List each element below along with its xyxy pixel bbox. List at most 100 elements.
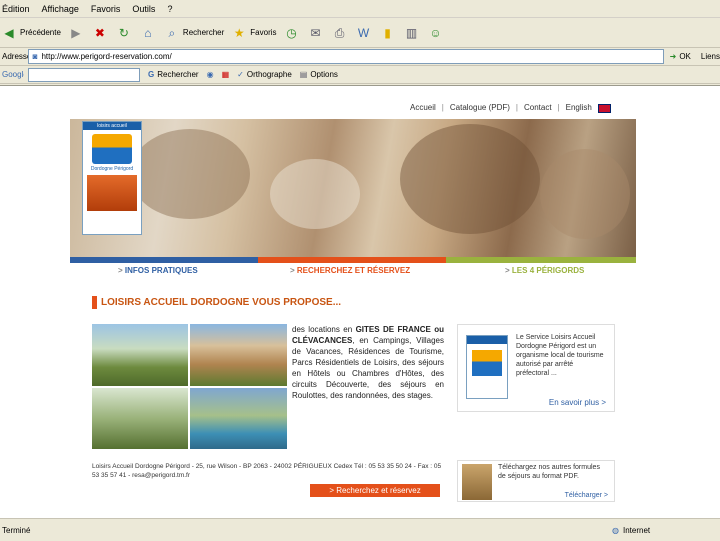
- banner-rock: [540, 149, 630, 239]
- spellcheck-label: Orthographe: [246, 70, 292, 79]
- options-button[interactable]: ▤ Options: [300, 70, 338, 79]
- stop-button[interactable]: ✖: [91, 24, 109, 42]
- zone-label: Internet: [622, 525, 651, 535]
- options-icon: ▤: [299, 70, 308, 79]
- search-button[interactable]: ⌕ Rechercher: [163, 24, 225, 42]
- google-search-input[interactable]: [28, 67, 140, 82]
- go-button[interactable]: ➜ OK: [670, 52, 691, 61]
- links-label[interactable]: Liens: [701, 52, 720, 61]
- home-icon: ⌂: [144, 25, 152, 40]
- note-icon: ▮: [384, 25, 391, 40]
- mini-sun-icon: [472, 350, 502, 376]
- download-box: Téléchargez nos autres formules de séjou…: [457, 460, 615, 502]
- photo-collage: [92, 324, 287, 449]
- about-text: Le Service Loisirs Accueil Dordogne Péri…: [516, 334, 604, 377]
- chevron-right-icon: >: [118, 266, 125, 275]
- brochure-thumbnail: [462, 464, 492, 500]
- nav-english[interactable]: English: [566, 103, 592, 113]
- google-label: Google: [2, 70, 24, 79]
- forward-arrow-icon: ▶: [71, 25, 81, 40]
- search-icon: ⌕: [168, 25, 176, 40]
- banner-rock: [130, 129, 250, 219]
- messenger-button[interactable]: ☺: [427, 24, 445, 42]
- home-button[interactable]: ⌂: [139, 24, 157, 42]
- forward-button[interactable]: ▶: [67, 24, 85, 42]
- google-toolbar: Google G Rechercher ◉ ▦ ✓ Orthographe ▤ …: [0, 66, 720, 84]
- offer-description: des locations en GITES DE FRANCE ou CLÉV…: [292, 324, 444, 401]
- nav-catalogue[interactable]: Catalogue (PDF): [450, 103, 510, 113]
- tab-search-bar: [258, 257, 446, 263]
- back-button[interactable]: ◀ Précédente: [0, 24, 61, 42]
- abc-icon: ✓: [237, 70, 244, 79]
- logo-bottom-text: Dordogne Périgord: [90, 166, 134, 172]
- about-more-link[interactable]: En savoir plus >: [549, 398, 606, 407]
- download-text: Téléchargez nos autres formules de séjou…: [498, 464, 600, 480]
- address-label: Adresse: [2, 52, 28, 61]
- go-arrow-icon: ➜: [669, 52, 677, 61]
- tab-perigords-label: LES 4 PÉRIGORDS: [511, 266, 585, 275]
- mail-button[interactable]: ✉: [307, 24, 325, 42]
- back-label: Précédente: [20, 28, 61, 37]
- tab-perigords[interactable]: > LES 4 PÉRIGORDS: [505, 266, 584, 275]
- desc-part-2: , en Campings, Villages de Vacances, Rés…: [292, 336, 444, 400]
- spellcheck-button[interactable]: ✓ Orthographe: [237, 70, 292, 79]
- nav-separator: |: [515, 103, 518, 112]
- logo-top-text: loisirs accueil: [83, 122, 141, 130]
- menu-view[interactable]: Affichage: [42, 4, 79, 14]
- tab-perigords-bar: [446, 257, 636, 263]
- menu-favorites[interactable]: Favoris: [91, 4, 121, 14]
- logo-picture: [87, 175, 137, 211]
- research-button[interactable]: ▥: [403, 24, 421, 42]
- mini-logo-band: [467, 336, 507, 344]
- word-icon: W: [357, 25, 370, 40]
- star-icon: ★: [233, 25, 245, 40]
- menu-help[interactable]: ?: [167, 4, 172, 14]
- chevron-right-icon: >: [290, 266, 297, 275]
- banner-rock: [400, 124, 540, 234]
- page-viewport: Accueil | Catalogue (PDF) | Contact | En…: [0, 85, 720, 519]
- nav-contact[interactable]: Contact: [524, 103, 552, 113]
- address-input[interactable]: ◙ http://www.perigord-reservation.com/: [27, 49, 664, 64]
- logo-sun-icon: [92, 134, 132, 164]
- favorites-label: Favoris: [250, 28, 277, 37]
- print-button[interactable]: ⎙: [331, 24, 349, 42]
- uk-flag-icon: [597, 104, 611, 113]
- status-bar: Terminé ◍ Internet: [0, 518, 720, 541]
- messenger-icon: ☺: [429, 25, 442, 40]
- menu-tools[interactable]: Outils: [132, 4, 155, 14]
- heading-text: LOISIRS ACCUEIL DORDOGNE VOUS PROPOSE...: [101, 297, 342, 308]
- internet-globe-icon: ◍: [612, 525, 619, 535]
- menu-bar: Édition Affichage Favoris Outils ?: [0, 0, 720, 18]
- photo-gite: [190, 324, 287, 386]
- contact-footer: Loisirs Accueil Dordogne Périgord - 25, …: [92, 463, 442, 479]
- menu-edit[interactable]: Édition: [2, 4, 30, 14]
- desc-part-1: des locations en: [292, 325, 356, 334]
- discuss-button[interactable]: ▮: [379, 24, 397, 42]
- tab-infos-bar: [70, 257, 258, 263]
- popup-block-icon: ▦: [221, 70, 230, 79]
- edit-button[interactable]: W: [355, 24, 373, 42]
- favorites-button[interactable]: ★ Favoris: [230, 24, 277, 42]
- options-label: Options: [310, 70, 338, 79]
- tab-infos-pratiques[interactable]: > INFOS PRATIQUES: [118, 266, 198, 275]
- photo-roulotte: [92, 324, 188, 386]
- google-globe-button[interactable]: ◉: [207, 70, 214, 79]
- nav-separator: |: [557, 103, 560, 112]
- history-button[interactable]: ◷: [283, 24, 301, 42]
- google-block-button[interactable]: ▦: [222, 70, 230, 79]
- google-search-button[interactable]: G Rechercher: [148, 70, 199, 79]
- site-logo[interactable]: loisirs accueil Dordogne Périgord: [82, 121, 142, 235]
- security-zone: ◍ Internet: [612, 526, 650, 535]
- download-link[interactable]: Télécharger >: [565, 492, 608, 499]
- nav-home[interactable]: Accueil: [410, 103, 436, 113]
- heading-marker: [92, 296, 97, 309]
- mini-logo: [466, 335, 508, 399]
- banner-rock: [270, 159, 360, 229]
- search-label: Rechercher: [182, 28, 225, 37]
- tab-recherchez-label: RECHERCHEZ ET RÉSERVEZ: [296, 266, 411, 275]
- search-reserve-button[interactable]: > Recherchez et réservez: [310, 484, 440, 497]
- refresh-button[interactable]: ↻: [115, 24, 133, 42]
- books-icon: ▥: [405, 25, 418, 40]
- tab-recherchez[interactable]: > RECHERCHEZ ET RÉSERVEZ: [290, 266, 410, 275]
- printer-icon: ⎙: [334, 25, 345, 40]
